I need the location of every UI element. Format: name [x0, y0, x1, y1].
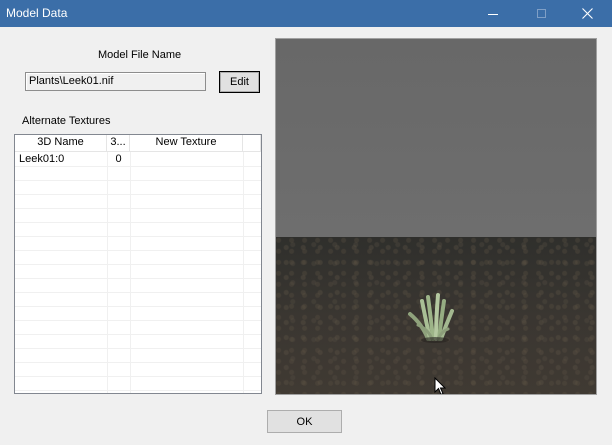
grid-line [15, 278, 261, 279]
grid-line [15, 264, 261, 265]
window-title: Model Data [6, 6, 68, 20]
title-bar[interactable]: Model Data [0, 0, 612, 27]
grid-line [15, 166, 261, 167]
grid-line [15, 320, 261, 321]
list-body: Leek01:0 0 [15, 152, 261, 393]
grid-line [15, 194, 261, 195]
grid-line [15, 348, 261, 349]
mouse-cursor-icon [434, 377, 446, 394]
cell-new-texture[interactable] [130, 152, 243, 166]
alternate-textures-label: Alternate Textures [22, 115, 111, 127]
edit-button[interactable]: Edit [219, 71, 260, 93]
ok-button[interactable]: OK [267, 410, 342, 433]
grid-line [15, 306, 261, 307]
grid-line [15, 292, 261, 293]
grid-line [107, 152, 108, 393]
grid-line [15, 222, 261, 223]
grid-line [15, 208, 261, 209]
grid-line [15, 376, 261, 377]
table-row[interactable]: Leek01:0 0 [15, 152, 261, 166]
column-header-index[interactable]: 3... [107, 135, 130, 151]
model-file-field[interactable]: Plants\Leek01.nif [25, 72, 206, 91]
column-header-new-texture[interactable]: New Texture [130, 135, 243, 151]
grid-line [15, 250, 261, 251]
model-preview-viewport[interactable] [275, 38, 597, 395]
cell-index: 0 [115, 153, 122, 165]
maximize-button [518, 0, 564, 27]
grid-line [15, 180, 261, 181]
column-header-filler [243, 135, 261, 151]
minimize-button[interactable] [470, 0, 516, 27]
grid-line [15, 334, 261, 335]
textures-list[interactable]: 3D Name 3... New Texture Leek01:0 0 [14, 134, 262, 394]
maximize-icon [536, 9, 546, 18]
grid-line [15, 362, 261, 363]
close-button[interactable] [564, 0, 610, 27]
grid-line [130, 152, 131, 393]
minimize-icon [488, 14, 498, 15]
grid-line [243, 152, 244, 393]
cell-3d-name: Leek01:0 [19, 153, 65, 165]
close-icon [581, 8, 593, 19]
dialog-body: Model File Name Plants\Leek01.nif Edit A… [1, 27, 611, 444]
model-file-label: Model File Name [98, 49, 182, 61]
grid-line [15, 390, 261, 391]
plant-model [408, 293, 454, 343]
column-header-3d-name[interactable]: 3D Name [15, 135, 107, 151]
grid-line [15, 236, 261, 237]
list-header: 3D Name 3... New Texture [15, 135, 261, 152]
